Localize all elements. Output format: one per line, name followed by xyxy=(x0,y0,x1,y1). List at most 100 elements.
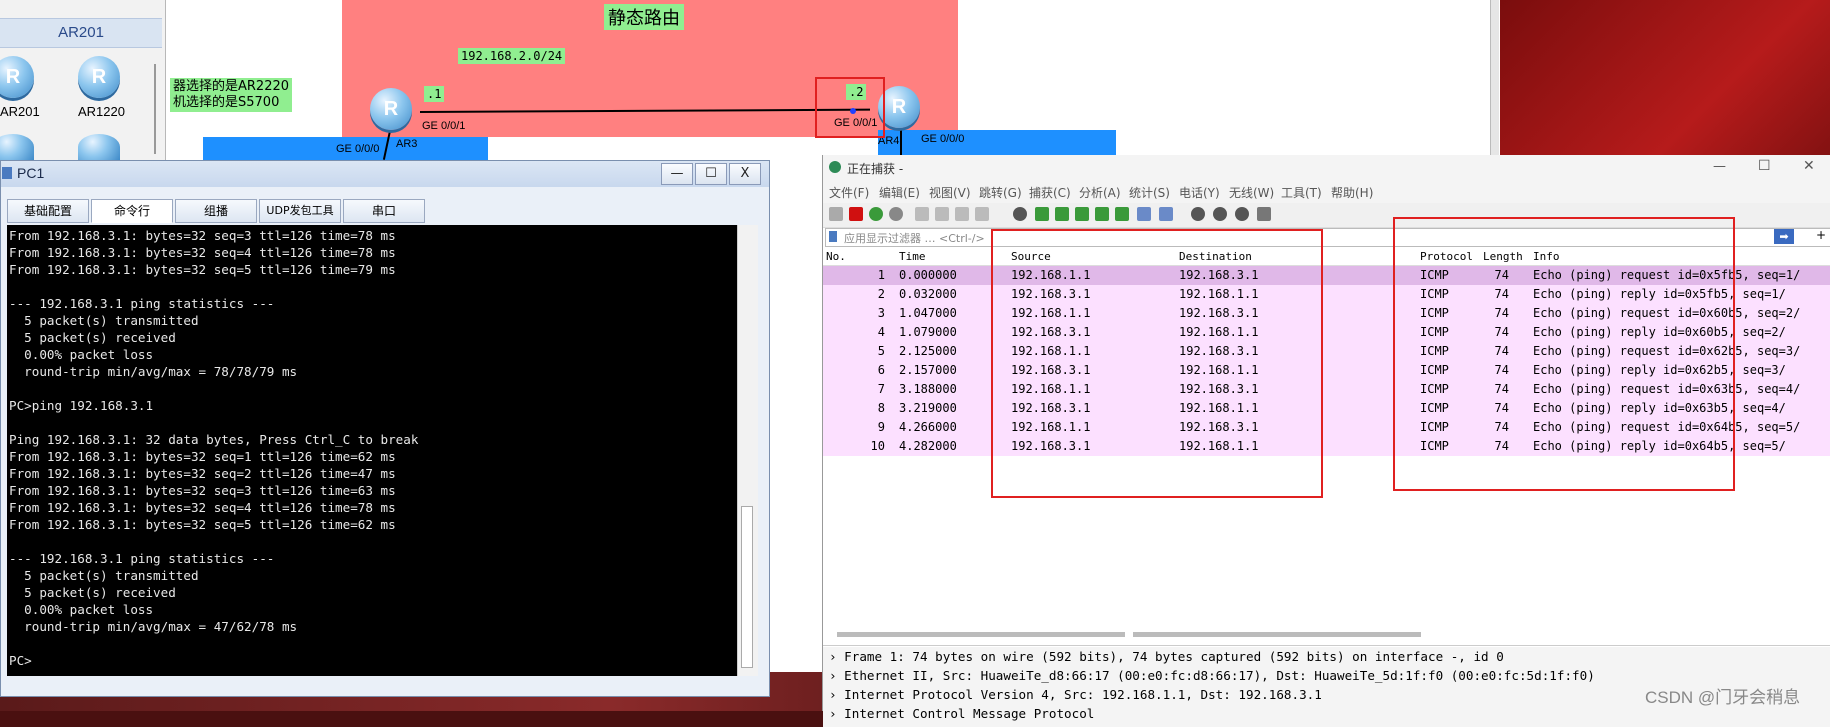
topology-scrollbar[interactable] xyxy=(1490,0,1499,160)
zoom-out-icon[interactable] xyxy=(1213,207,1227,221)
monitor-icon xyxy=(2,167,12,179)
maximize-button[interactable]: ☐ xyxy=(1758,158,1771,174)
menu-go[interactable]: 跳转(G) xyxy=(979,184,1022,201)
close-file-icon[interactable] xyxy=(955,207,969,221)
cell-time: 1.079000 xyxy=(899,325,957,339)
detail-ipv4[interactable]: › Internet Protocol Version 4, Src: 192.… xyxy=(829,685,1322,704)
note-line: 器选择的是AR2220 xyxy=(173,79,290,94)
close-button[interactable]: ✕ xyxy=(1803,158,1815,174)
cell-no: 8 xyxy=(877,401,885,415)
router-icon-partial[interactable] xyxy=(0,134,34,160)
menu-tools[interactable]: 工具(T) xyxy=(1281,184,1322,201)
cell-no: 7 xyxy=(877,382,885,396)
menu-statistics[interactable]: 统计(S) xyxy=(1129,184,1170,201)
tab-udp-tool[interactable]: UDP发包工具 xyxy=(259,199,341,223)
cell-time: 1.047000 xyxy=(899,306,957,320)
maximize-button[interactable]: ☐ xyxy=(695,163,727,185)
zoom-in-icon[interactable] xyxy=(1191,207,1205,221)
open-file-icon[interactable] xyxy=(915,207,929,221)
cell-no: 2 xyxy=(877,287,885,301)
cell-time: 3.188000 xyxy=(899,382,957,396)
menu-capture[interactable]: 捕获(C) xyxy=(1029,184,1071,201)
detail-ethernet[interactable]: › Ethernet II, Src: HuaweiTe_d8:66:17 (0… xyxy=(829,666,1595,685)
cell-no: 5 xyxy=(877,344,885,358)
menu-wireless[interactable]: 无线(W) xyxy=(1229,184,1274,201)
device-note: 器选择的是AR2220 机选择的是S5700 xyxy=(170,78,293,112)
highlight-box-addresses xyxy=(991,229,1323,498)
minimize-button[interactable]: — xyxy=(661,163,693,185)
tab-command-line[interactable]: 命令行 xyxy=(91,199,173,223)
last-packet-icon[interactable] xyxy=(1115,207,1129,221)
filter-placeholder: 应用显示过滤器 … <Ctrl-/> xyxy=(844,232,985,245)
go-forward-icon[interactable] xyxy=(1055,207,1069,221)
router-icon-ar3[interactable]: R xyxy=(370,88,412,130)
router-icon-ar201[interactable]: R xyxy=(0,56,34,98)
cell-time: 3.219000 xyxy=(899,401,957,415)
reload-icon[interactable] xyxy=(975,207,989,221)
minimize-button[interactable]: — xyxy=(1713,159,1726,174)
cell-time: 2.125000 xyxy=(899,344,957,358)
subnet-label: 192.168.2.0/24 xyxy=(458,48,566,64)
column-time[interactable]: Time xyxy=(899,250,926,263)
close-button[interactable]: X xyxy=(729,163,761,185)
wireshark-titlebar[interactable]: 正在捕获 - — ☐ ✕ xyxy=(823,155,1830,181)
menu-help[interactable]: 帮助(H) xyxy=(1331,184,1373,201)
note-line: 机选择的是S5700 xyxy=(173,95,280,110)
go-to-packet-icon[interactable] xyxy=(1075,207,1089,221)
column-no[interactable]: No. xyxy=(826,250,846,263)
tab-multicast[interactable]: 组播 xyxy=(175,199,257,223)
console-scroll-thumb[interactable] xyxy=(741,506,753,668)
tab-basic-config[interactable]: 基础配置 xyxy=(7,199,89,223)
highlight-box-ar4-port xyxy=(815,77,885,138)
menu-view[interactable]: 视图(V) xyxy=(929,184,971,201)
capture-options-icon[interactable] xyxy=(889,207,903,221)
menu-telephony[interactable]: 电话(Y) xyxy=(1179,184,1220,201)
resize-columns-icon[interactable] xyxy=(1257,207,1271,221)
zone-title: 静态路由 xyxy=(604,4,684,30)
menu-edit[interactable]: 编辑(E) xyxy=(879,184,920,201)
add-filter-button[interactable]: + xyxy=(1816,228,1826,242)
device-panel-scrollbar[interactable] xyxy=(154,64,156,154)
horizontal-scrollbar[interactable] xyxy=(1133,632,1421,637)
horizontal-scrollbar[interactable] xyxy=(837,632,1125,637)
cell-no: 1 xyxy=(877,268,885,282)
menu-analyze[interactable]: 分析(A) xyxy=(1079,184,1121,201)
detail-frame[interactable]: › Frame 1: 74 bytes on wire (592 bits), … xyxy=(829,647,1504,666)
tab-serial[interactable]: 串口 xyxy=(343,199,425,223)
stop-capture-icon[interactable] xyxy=(849,207,863,221)
first-packet-icon[interactable] xyxy=(1095,207,1109,221)
highlight-box-protocol-info xyxy=(1393,217,1735,491)
autoscroll-icon[interactable] xyxy=(1137,207,1151,221)
detail-icmp[interactable]: › Internet Control Message Protocol xyxy=(829,704,1094,723)
pc1-titlebar[interactable]: PC1 — ☐ X xyxy=(1,161,769,187)
pane-separator[interactable] xyxy=(823,645,1830,646)
console-output: From 192.168.3.1: bytes=32 seq=3 ttl=126… xyxy=(9,228,419,668)
shark-fin-icon xyxy=(829,161,841,173)
menu-file[interactable]: 文件(F) xyxy=(829,184,869,201)
apply-filter-button[interactable]: ➡ xyxy=(1774,229,1794,244)
cell-time: 0.032000 xyxy=(899,287,957,301)
command-console[interactable]: From 192.168.3.1: bytes=32 seq=3 ttl=126… xyxy=(7,225,737,676)
watermark: CSDN @门牙会稍息 xyxy=(1645,688,1801,707)
zoom-reset-icon[interactable] xyxy=(1235,207,1249,221)
router-label-ar3: AR3 xyxy=(396,138,418,150)
device-panel: AR201 R AR201 R AR1220 xyxy=(0,0,166,160)
find-packet-icon[interactable] xyxy=(1013,207,1027,221)
cell-time: 4.282000 xyxy=(899,439,957,453)
colorize-icon[interactable] xyxy=(1159,207,1173,221)
restart-capture-icon[interactable] xyxy=(869,207,883,221)
router-icon-ar1220[interactable]: R xyxy=(78,56,120,98)
port-label-ar4-ge000: GE 0/0/0 xyxy=(921,133,965,145)
cell-no: 9 xyxy=(877,420,885,434)
start-capture-icon[interactable] xyxy=(829,207,843,221)
pc1-window: PC1 — ☐ X 基础配置 命令行 组播 UDP发包工具 串口 From 19… xyxy=(0,160,770,697)
cell-time: 0.000000 xyxy=(899,268,957,282)
wireshark-title: 正在捕获 - xyxy=(847,162,904,176)
save-file-icon[interactable] xyxy=(935,207,949,221)
router-icon-partial[interactable] xyxy=(78,134,120,160)
go-back-icon[interactable] xyxy=(1035,207,1049,221)
port-label-ar3-ge000: GE 0/0/0 xyxy=(336,143,380,155)
device-panel-title: AR201 xyxy=(0,18,162,48)
wireshark-menubar: 文件(F) 编辑(E) 视图(V) 跳转(G) 捕获(C) 分析(A) 统计(S… xyxy=(823,181,1830,203)
bookmark-icon[interactable] xyxy=(829,231,837,242)
